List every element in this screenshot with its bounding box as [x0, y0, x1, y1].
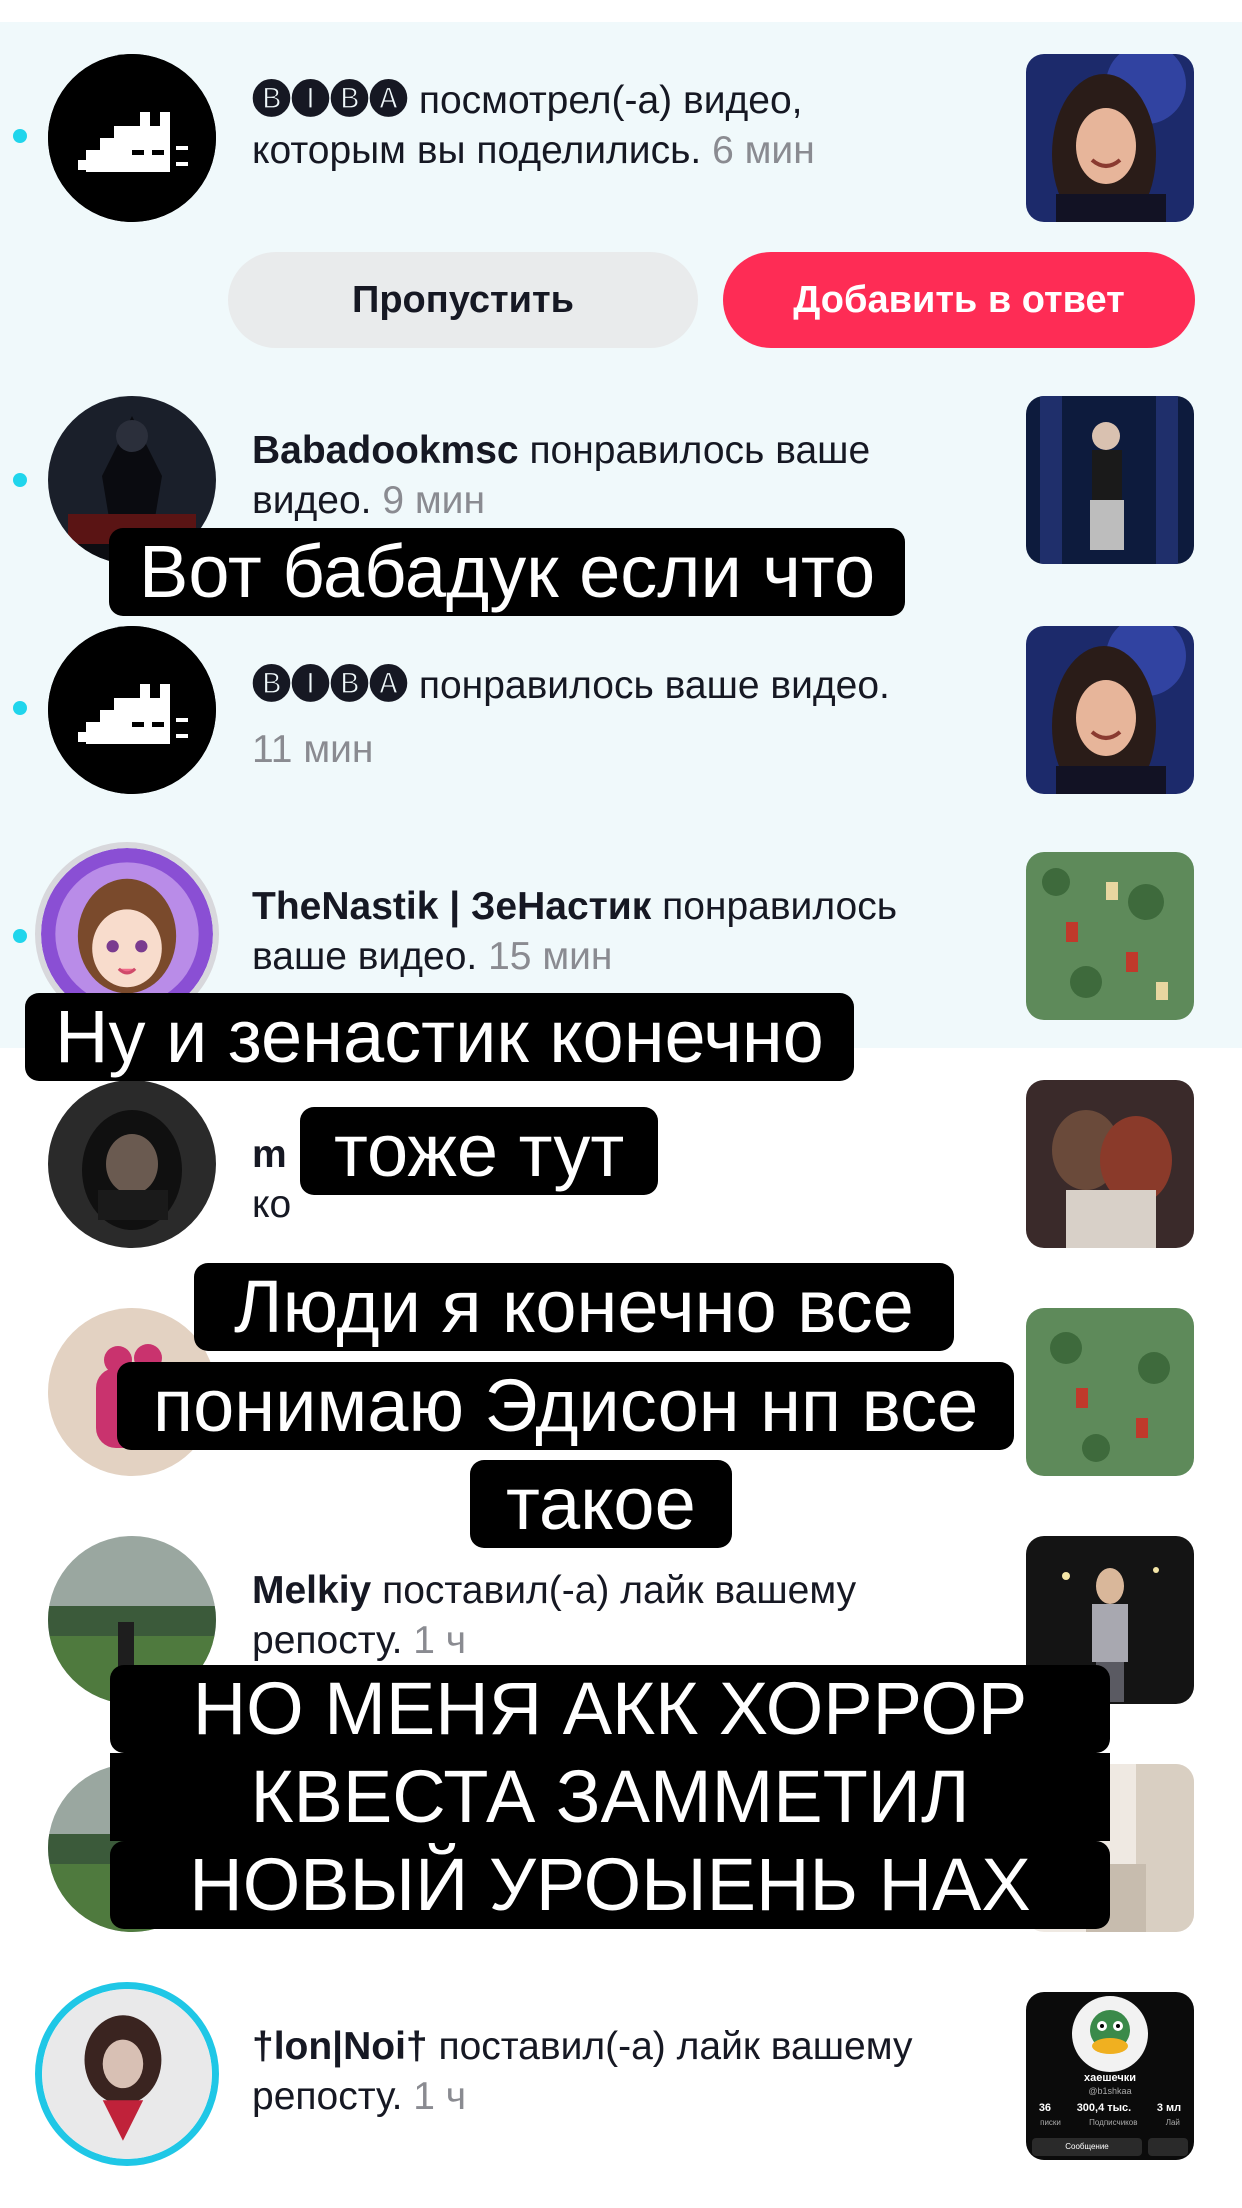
profile-stat-labels: писки Подписчиков Лай: [1026, 2118, 1194, 2127]
notification-row[interactable]: †lon|Noi† поставил(-а) лайк вашему репос…: [0, 1982, 1242, 2172]
caption-text: тоже тут: [300, 1107, 659, 1195]
notification-time: 9 мин: [382, 479, 485, 522]
message-button: Сообщение: [1032, 2138, 1142, 2156]
notification-time: 1 ч: [413, 2075, 467, 2118]
notification-text: †lon|Noi† поставил(-а) лайк вашему репос…: [252, 2022, 972, 2122]
caption-text: КВЕСТА ЗАММЕТИЛ: [110, 1753, 1110, 1841]
pixel-cat-avatar[interactable]: [48, 626, 216, 794]
stat-value: 3 мл: [1156, 2102, 1182, 2114]
stat-label: Лай: [1165, 2118, 1180, 2127]
hooded-person-avatar[interactable]: [48, 1080, 216, 1248]
notification-username[interactable]: 🅑🅘🅑🅐: [252, 664, 408, 707]
notification-text: TheNastik | ЗеНастик понравилось ваше ви…: [252, 882, 972, 982]
video-thumbnail[interactable]: [1026, 1308, 1194, 1476]
notification-username[interactable]: Babadookmsc: [252, 429, 519, 472]
profile-name: хаешечки: [1083, 2072, 1137, 2084]
profile-thumbnail[interactable]: хаешечки @b1shkaa 36 300,4 тыс. 3 мл пис…: [1026, 1992, 1194, 2160]
skip-button[interactable]: Пропустить: [228, 252, 698, 348]
notification-row[interactable]: 🅑🅘🅑🅐 понравилось ваше видео. 11 мин: [0, 624, 1242, 804]
stat-label: писки: [1040, 2118, 1061, 2127]
caption-text: Вот бабадук если что: [109, 528, 906, 616]
video-thumbnail[interactable]: [1026, 852, 1194, 1020]
notification-username[interactable]: †lon|Noi†: [252, 2025, 428, 2068]
notification-text: 🅑🅘🅑🅐 посмотрел(-а) видео, которым вы под…: [252, 76, 892, 176]
video-thumbnail[interactable]: [1026, 1080, 1194, 1248]
stat-value: 36: [1038, 2102, 1052, 2114]
notification-time: 11 мин: [252, 728, 374, 771]
unread-dot: [13, 701, 27, 715]
caption-text: Люди я конечно все: [194, 1263, 954, 1351]
notification-time: 6 мин: [712, 129, 815, 172]
unread-dot: [13, 929, 27, 943]
stat-value: 300,4 тыс.: [1076, 2102, 1132, 2114]
notification-action: ко: [252, 1183, 292, 1226]
caption-text: Ну и зенастик конечно: [25, 993, 854, 1081]
stat-label: Подписчиков: [1089, 2118, 1138, 2127]
unread-dot: [13, 473, 27, 487]
caption-text: такое: [470, 1460, 732, 1548]
profile-stats: 36 300,4 тыс. 3 мл: [1026, 2102, 1194, 2114]
notification-text: Melkiy поставил(-а) лайк вашему репосту.…: [252, 1566, 952, 1666]
notification-text: 🅑🅘🅑🅐 понравилось ваше видео. 11 мин: [252, 654, 972, 782]
notification-row[interactable]: 🅑🅘🅑🅐 посмотрел(-а) видео, которым вы под…: [0, 52, 1242, 232]
notification-username[interactable]: m: [252, 1133, 287, 1176]
caption-text: понимаю Эдисон нп все: [117, 1362, 1015, 1450]
video-thumbnail[interactable]: [1026, 54, 1194, 222]
notification-username[interactable]: 🅑🅘🅑🅐: [252, 79, 408, 122]
notification-time: 1 ч: [413, 1619, 467, 1662]
pixel-cat-avatar[interactable]: [48, 54, 216, 222]
caption-text: НОВЫЙ УРОЫЕНЬ НАХ: [110, 1841, 1110, 1929]
duck-avatar-icon: [1072, 1996, 1148, 2072]
notification-action: понравилось ваше видео.: [418, 664, 890, 707]
video-thumbnail[interactable]: [1026, 626, 1194, 794]
caption-text: НО МЕНЯ АКК ХОРРОР: [110, 1665, 1110, 1753]
notification-text: Babadookmsc понравилось ваше видео. 9 ми…: [252, 426, 952, 526]
notification-time: 15 мин: [488, 935, 613, 978]
add-to-reply-button[interactable]: Добавить в ответ: [723, 252, 1195, 348]
profile-handle: @b1shkaa: [1088, 2086, 1132, 2096]
video-thumbnail[interactable]: [1026, 396, 1194, 564]
notification-username[interactable]: Melkiy: [252, 1569, 371, 1612]
notification-username[interactable]: TheNastik | ЗеНастик: [252, 885, 651, 928]
red-figure-avatar[interactable]: [35, 1982, 219, 2166]
unread-dot: [13, 129, 27, 143]
more-button: [1148, 2138, 1188, 2156]
